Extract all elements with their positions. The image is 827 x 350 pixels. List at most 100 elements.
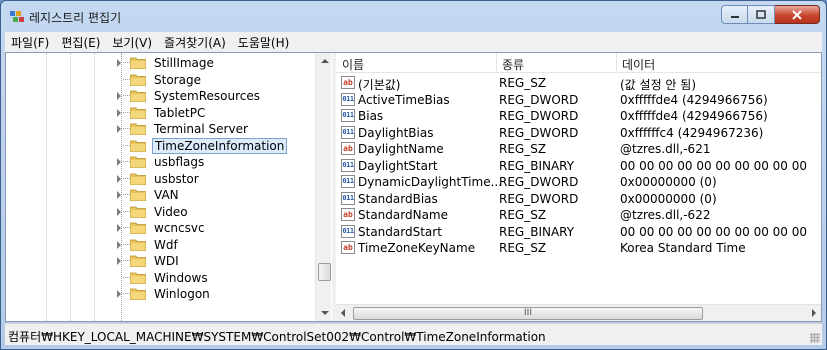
folder-icon xyxy=(130,107,146,119)
values-list[interactable]: 이름 종류 데이터 ab (기본값) REG_SZ (값 설정 안 됨) 011 Acti… xyxy=(336,53,821,321)
expand-arrow-icon[interactable] xyxy=(117,257,121,265)
tree-item-label: WDI xyxy=(154,254,179,268)
tree-item-label: StillImage xyxy=(154,56,214,70)
menu-help[interactable]: 도움말(H) xyxy=(232,34,296,51)
tree-item[interactable]: VAN xyxy=(6,187,316,203)
folder-icon xyxy=(130,123,146,135)
tree-item[interactable]: usbflags xyxy=(6,154,316,170)
registry-editor-icon xyxy=(10,11,24,22)
expand-arrow-icon[interactable] xyxy=(117,125,121,133)
minimize-button[interactable] xyxy=(721,5,748,24)
expand-arrow-icon[interactable] xyxy=(117,59,121,67)
value-row[interactable]: 011 DaylightStart REG_BINARY 00 00 00 00 00… xyxy=(336,158,821,174)
value-name: DaylightBias xyxy=(358,125,434,140)
scroll-left-icon[interactable] xyxy=(341,309,345,317)
value-row[interactable]: ab (기본값) REG_SZ (값 설정 안 됨) xyxy=(336,75,821,92)
value-row[interactable]: 011 ActiveTimeBias REG_DWORD 0xfffffde4 (42… xyxy=(336,92,821,108)
folder-icon xyxy=(130,90,146,102)
value-type: REG_DWORD xyxy=(499,191,579,206)
value-row[interactable]: 011 DynamicDaylightTime... REG_DWORD 0x0000… xyxy=(336,174,821,190)
tree-item[interactable]: SystemResources xyxy=(6,88,316,104)
tree-connector xyxy=(123,276,130,278)
tree-item[interactable]: Storage xyxy=(6,72,316,88)
scroll-up-icon[interactable] xyxy=(321,59,329,63)
tree-connector xyxy=(123,144,130,146)
tree-item-label: Storage xyxy=(154,72,201,87)
folder-icon xyxy=(130,288,146,300)
header-type[interactable]: 종류 xyxy=(502,56,524,73)
tree-item[interactable]: Wdf xyxy=(6,237,316,253)
expand-arrow-icon[interactable] xyxy=(117,290,121,298)
tree-item[interactable]: wcncsvc xyxy=(6,220,316,236)
tree-item[interactable]: TabletPC xyxy=(6,105,316,121)
header-divider[interactable] xyxy=(616,53,617,73)
binary-value-icon: 011 xyxy=(341,92,355,106)
value-row[interactable]: 011 DaylightBias REG_DWORD 0xffffffc4 (4294… xyxy=(336,125,821,141)
folder-icon xyxy=(130,222,146,234)
value-data: (값 설정 안 됨) xyxy=(620,78,697,92)
value-row[interactable]: ab DaylightName REG_SZ @tzres.dll,-621 xyxy=(336,141,821,157)
tree-item-label: wcncsvc xyxy=(154,221,205,235)
expand-arrow-icon[interactable] xyxy=(117,191,121,199)
value-data: @tzres.dll,-621 xyxy=(620,142,711,156)
expand-arrow-icon[interactable] xyxy=(117,240,121,249)
tree-item[interactable]: WDI xyxy=(6,253,316,269)
expand-arrow-icon[interactable] xyxy=(117,224,121,232)
value-row[interactable]: ab TimeZoneKeyName REG_SZ Korea Standard Ti… xyxy=(336,240,821,256)
value-type: REG_SZ xyxy=(499,241,547,255)
value-row[interactable]: ab StandardName REG_SZ @tzres.dll,-622 xyxy=(336,207,821,223)
folder-icon xyxy=(130,140,146,152)
tree-item[interactable]: usbstor xyxy=(6,171,316,187)
list-horizontal-scrollbar[interactable]: III xyxy=(336,304,821,321)
value-name: StandardBias xyxy=(358,191,438,206)
header-data[interactable]: 데이터 xyxy=(622,56,655,73)
value-data: 00 00 00 00 00 00 00 00 00 00 xyxy=(620,158,808,173)
title-bar[interactable]: 레지스트리 편집기 xyxy=(1,1,826,31)
menu-view[interactable]: 보기(V) xyxy=(106,34,158,51)
binary-value-icon: 011 xyxy=(341,125,355,139)
folder-icon xyxy=(130,156,146,168)
expand-arrow-icon[interactable] xyxy=(117,158,121,166)
scroll-right-icon[interactable] xyxy=(812,309,816,317)
folder-icon xyxy=(130,206,146,218)
tree-item[interactable]: StillImage xyxy=(6,55,316,71)
expand-arrow-icon[interactable] xyxy=(117,174,121,183)
expand-arrow-icon[interactable] xyxy=(117,108,121,117)
value-type: REG_DWORD xyxy=(499,109,579,123)
scroll-down-icon[interactable] xyxy=(321,311,329,315)
value-row[interactable]: 011 StandardBias REG_DWORD 0x00000000 (0) xyxy=(336,191,821,207)
menu-file[interactable]: 파일(F) xyxy=(5,34,55,51)
close-button[interactable] xyxy=(775,5,820,24)
binary-value-icon: 011 xyxy=(341,224,355,238)
menu-favorites[interactable]: 즐겨찾기(A) xyxy=(158,34,232,51)
tree-item-label: TabletPC xyxy=(154,105,206,120)
scroll-thumb[interactable] xyxy=(318,263,331,281)
resize-grip-icon[interactable] xyxy=(810,333,820,343)
tree-item-label: SystemResources xyxy=(154,89,261,103)
key-tree[interactable]: StillImage Storage SystemResources TabletPC… xyxy=(6,53,331,321)
value-data: 0xfffffde4 (4294966756) xyxy=(620,92,768,107)
tree-item[interactable]: TimeZoneInformation xyxy=(6,137,316,154)
tree-item[interactable]: Windows xyxy=(6,270,316,286)
window-title: 레지스트리 편집기 xyxy=(29,11,122,25)
menu-edit[interactable]: 편집(E) xyxy=(55,34,106,51)
header-divider[interactable] xyxy=(496,53,497,73)
tree-item-label: VAN xyxy=(154,188,179,202)
tree-item[interactable]: Terminal Server xyxy=(6,121,316,137)
folder-icon xyxy=(130,189,146,201)
tree-connector xyxy=(123,194,130,195)
scroll-thumb[interactable]: III xyxy=(353,307,703,320)
expand-arrow-icon[interactable] xyxy=(117,92,121,100)
value-row[interactable]: 011 Bias REG_DWORD 0xfffffde4 (4294966756) xyxy=(336,108,821,124)
tree-item-label: Terminal Server xyxy=(154,122,248,136)
tree-connector xyxy=(123,260,130,261)
value-data: @tzres.dll,-622 xyxy=(620,208,711,222)
header-name[interactable]: 이름 xyxy=(342,56,364,73)
tree-item[interactable]: Video xyxy=(6,204,316,220)
value-row[interactable]: 011 StandardStart REG_BINARY 00 00 00 00 00… xyxy=(336,224,821,240)
tree-item[interactable]: Winlogon xyxy=(6,286,316,302)
tree-connector xyxy=(123,128,130,129)
tree-vertical-scrollbar[interactable] xyxy=(315,53,331,321)
expand-arrow-icon[interactable] xyxy=(117,207,121,216)
maximize-button[interactable] xyxy=(748,5,775,24)
